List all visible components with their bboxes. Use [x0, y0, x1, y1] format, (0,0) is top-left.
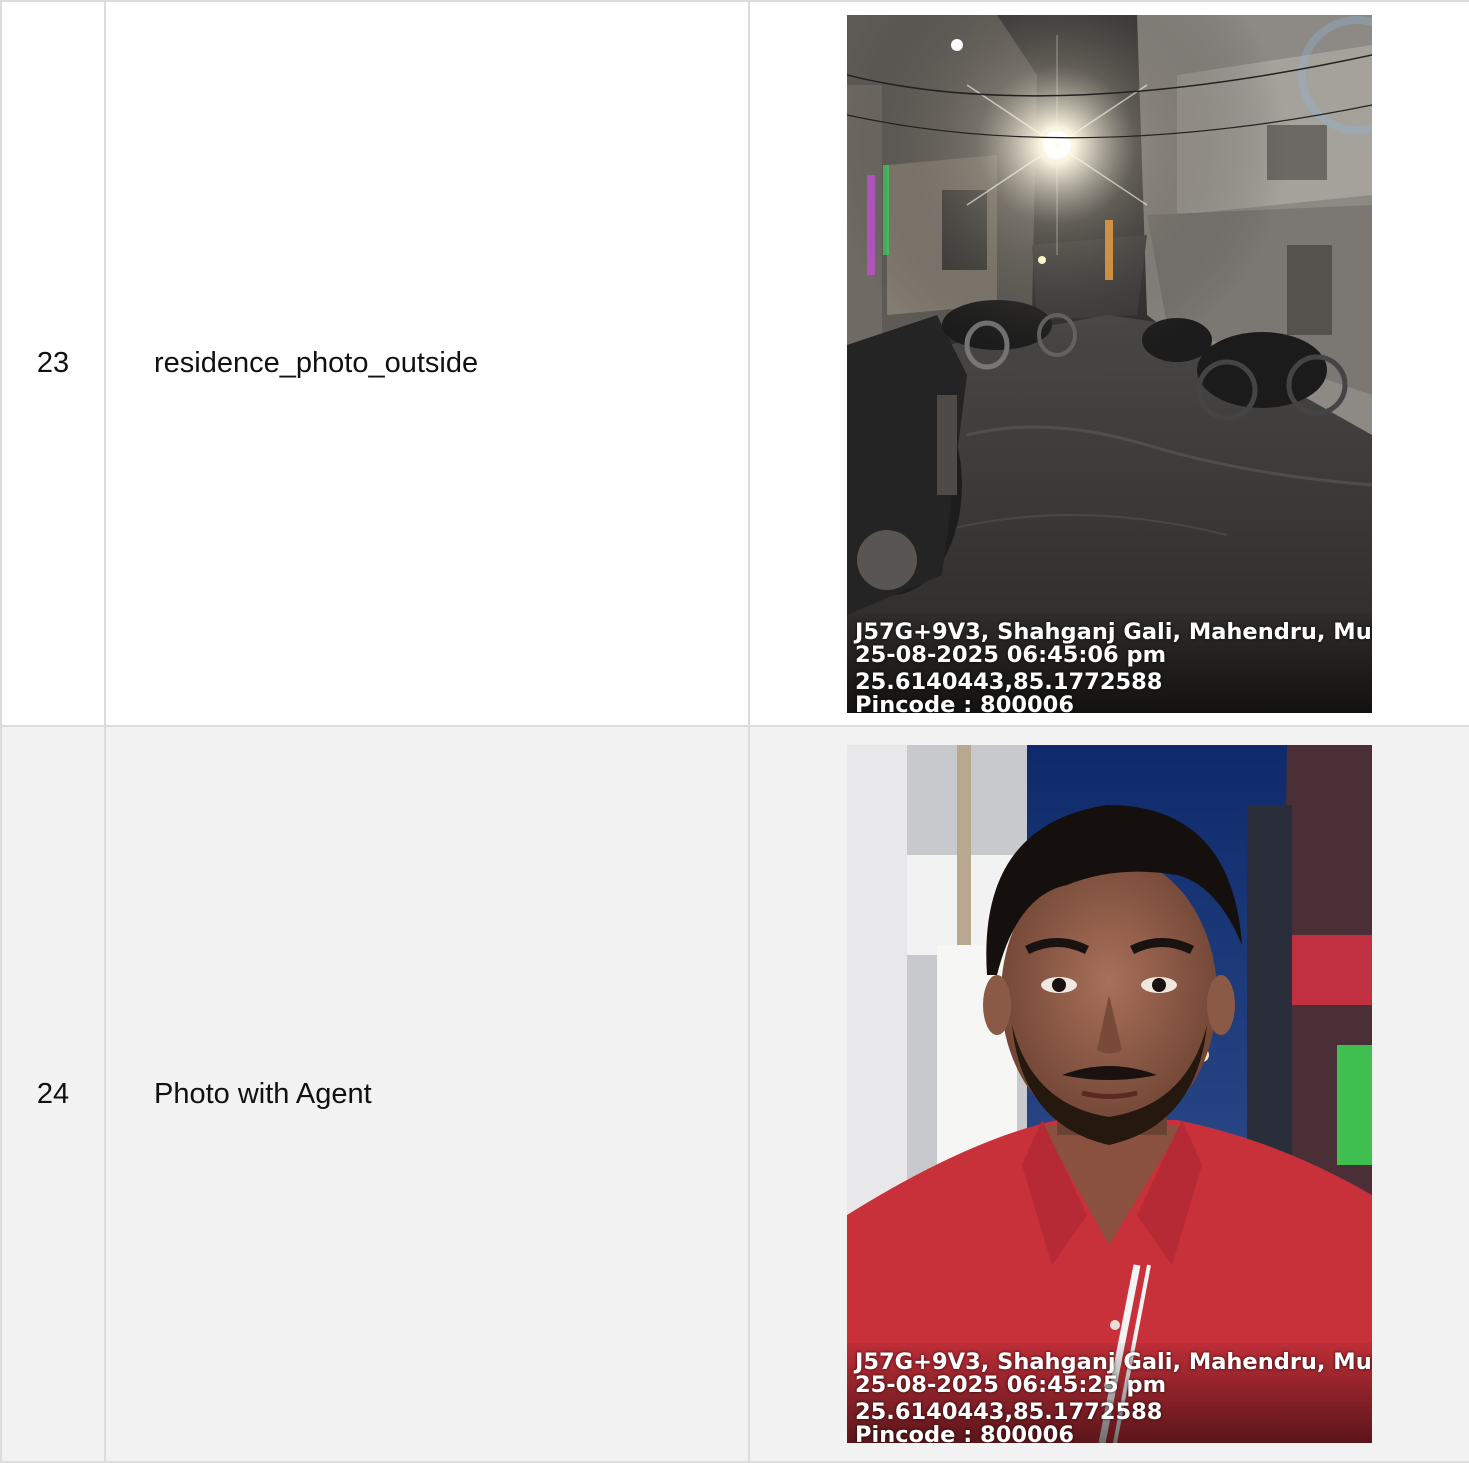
- table-row: 24 Photo with Agent J57G+9V3, Shahganj G…: [0, 725, 1469, 1463]
- photo-cell: J57G+9V3, Shahganj Gali, Mahendru, Muhan…: [748, 0, 1469, 727]
- agent-selfie-image: [847, 745, 1372, 1443]
- agent-photo: J57G+9V3, Shahganj Gali, Mahendru, Muhar…: [847, 745, 1372, 1443]
- stamp-coords: 25.6140443,85.1772588: [855, 668, 1163, 695]
- night-street-image: [847, 14, 1372, 713]
- geo-stamp: J57G+9V3, Shahganj Gali, Mahendru, Muhar…: [847, 1343, 1372, 1443]
- residence-photo: J57G+9V3, Shahganj Gali, Mahendru, Muhan…: [847, 14, 1372, 713]
- stamp-datetime: 25-08-2025 06:45:06 pm: [855, 641, 1167, 668]
- row-number: 24: [0, 725, 106, 1463]
- stamp-address: J57G+9V3, Shahganj Gali, Mahendru, Muhar: [855, 1349, 1372, 1375]
- photo-report-table: 23 residence_photo_outside J57G+9V3, Sha…: [0, 0, 1469, 1463]
- row-label: Photo with Agent: [104, 725, 750, 1463]
- stamp-coords: 25.6140443,85.1772588: [855, 1399, 1163, 1425]
- table-row: 23 residence_photo_outside J57G+9V3, Sha…: [0, 0, 1469, 727]
- stamp-pincode: Pincode : 800006: [855, 691, 1074, 713]
- row-label: residence_photo_outside: [104, 0, 750, 727]
- geo-stamp: J57G+9V3, Shahganj Gali, Mahendru, Muhan…: [847, 612, 1372, 713]
- row-number: 23: [0, 0, 106, 727]
- stamp-datetime: 25-08-2025 06:45:25 pm: [855, 1372, 1167, 1398]
- stamp-address: J57G+9V3, Shahganj Gali, Mahendru, Muhan: [855, 618, 1372, 645]
- stamp-pincode: Pincode : 800006: [855, 1422, 1074, 1444]
- photo-cell: J57G+9V3, Shahganj Gali, Mahendru, Muhar…: [748, 725, 1469, 1463]
